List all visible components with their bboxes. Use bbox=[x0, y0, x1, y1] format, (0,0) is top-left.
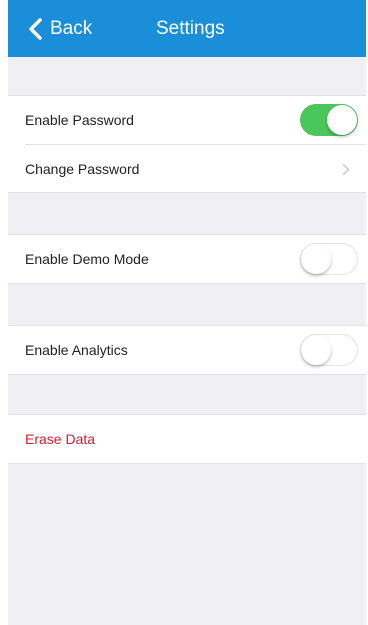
toggle-knob bbox=[301, 244, 331, 274]
change-password-label: Change Password bbox=[25, 161, 140, 177]
enable-password-toggle[interactable] bbox=[300, 104, 358, 136]
analytics-settings-group: Enable Analytics bbox=[8, 325, 366, 375]
nav-bar: Back Settings bbox=[8, 0, 366, 57]
enable-analytics-row: Enable Analytics bbox=[8, 326, 366, 374]
demo-mode-settings-group: Enable Demo Mode bbox=[8, 234, 366, 284]
enable-analytics-label: Enable Analytics bbox=[25, 342, 128, 358]
page-title: Settings bbox=[156, 18, 225, 39]
enable-password-row: Enable Password bbox=[8, 96, 366, 144]
toggle-knob bbox=[327, 105, 357, 135]
enable-demo-mode-toggle[interactable] bbox=[300, 243, 358, 275]
chevron-right-icon bbox=[342, 163, 350, 176]
change-password-row[interactable]: Change Password bbox=[25, 144, 366, 192]
enable-password-label: Enable Password bbox=[25, 112, 134, 128]
enable-demo-mode-row: Enable Demo Mode bbox=[8, 235, 366, 283]
chevron-left-icon bbox=[29, 18, 42, 40]
erase-data-button[interactable]: Erase Data bbox=[25, 415, 95, 463]
enable-demo-mode-label: Enable Demo Mode bbox=[25, 251, 149, 267]
settings-screen: Back Settings Enable Password Change Pas… bbox=[8, 0, 366, 625]
erase-data-row[interactable]: Erase Data bbox=[8, 415, 366, 463]
enable-analytics-toggle[interactable] bbox=[300, 334, 358, 366]
erase-data-group: Erase Data bbox=[8, 414, 366, 464]
password-settings-group: Enable Password Change Password bbox=[8, 95, 366, 193]
toggle-knob bbox=[301, 335, 331, 365]
back-button[interactable]: Back bbox=[26, 16, 92, 42]
back-label: Back bbox=[50, 18, 93, 39]
